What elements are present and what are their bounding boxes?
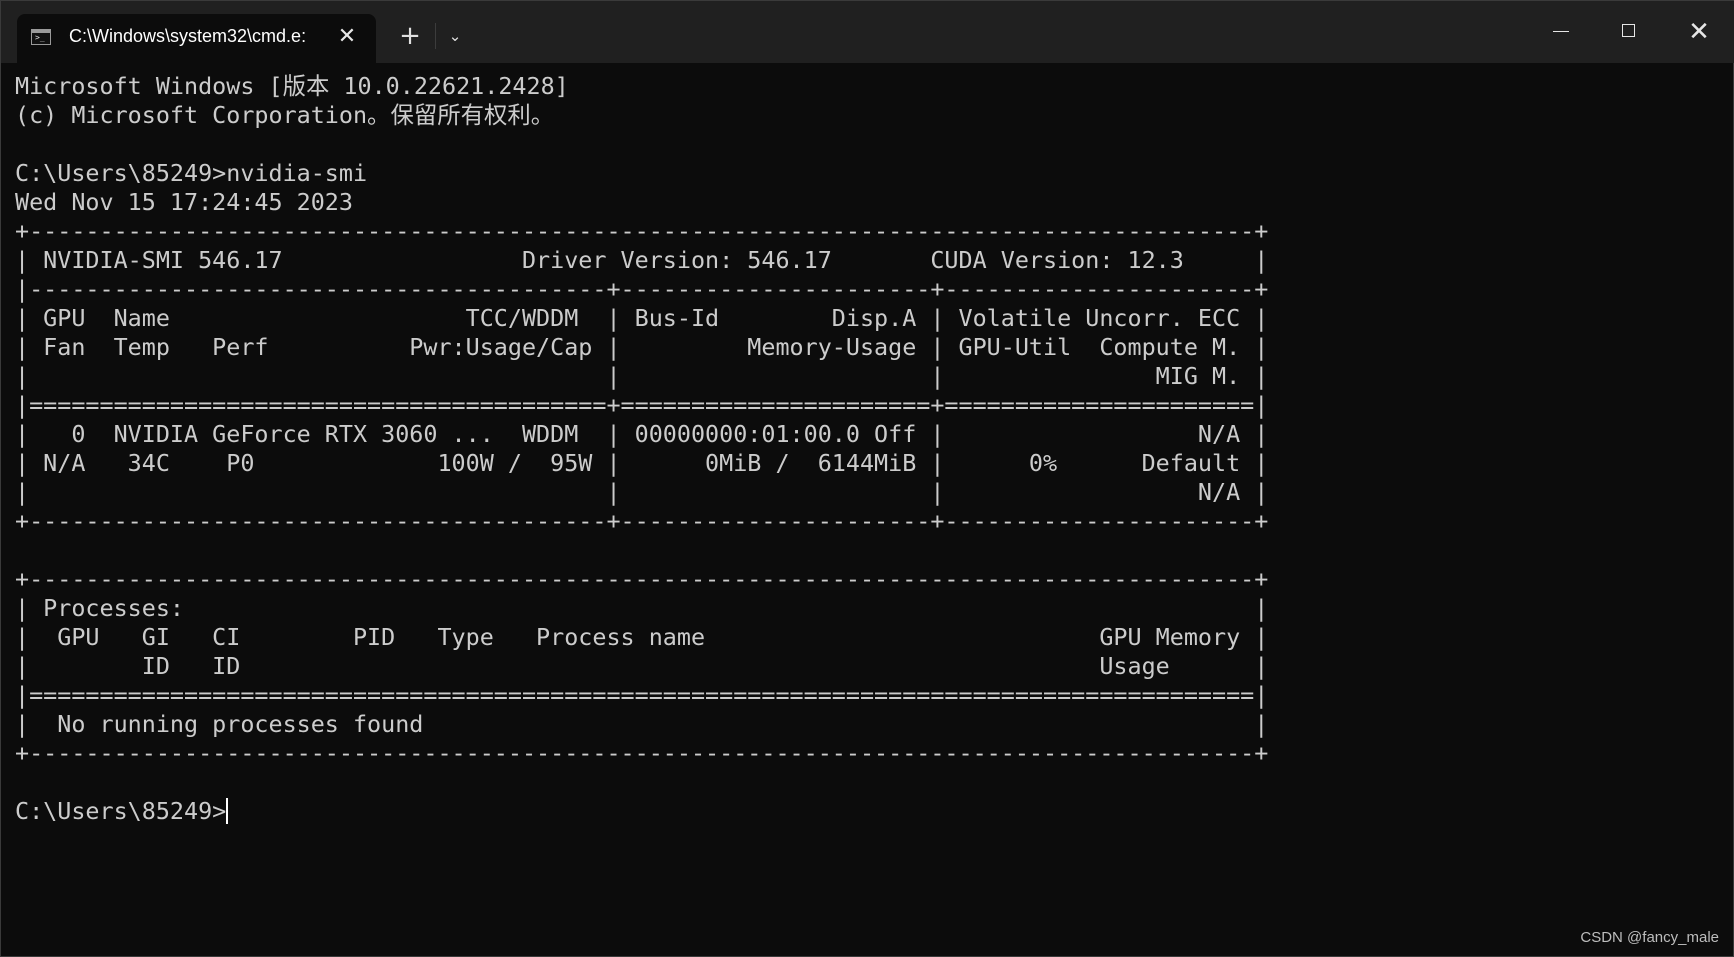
terminal-line: |=======================================… bbox=[15, 681, 1269, 709]
new-tab-icon[interactable]: + bbox=[395, 21, 425, 51]
terminal-line: Microsoft Windows [版本 10.0.22621.2428] bbox=[15, 72, 569, 100]
terminal-line: +---------------------------------------… bbox=[15, 507, 1269, 535]
text-cursor bbox=[226, 798, 229, 824]
terminal-line: |---------------------------------------… bbox=[15, 275, 1269, 303]
close-window-button[interactable]: ✕ bbox=[1671, 9, 1727, 55]
minimize-icon bbox=[1553, 31, 1569, 32]
terminal-line: Wed Nov 15 17:24:45 2023 bbox=[15, 188, 353, 216]
maximize-icon bbox=[1622, 24, 1635, 37]
title-bar: >_ C:\Windows\system32\cmd.e: ✕ + ⌄ ✕ bbox=[1, 1, 1734, 63]
terminal-line: | Processes: | bbox=[15, 594, 1269, 622]
terminal-output[interactable]: Microsoft Windows [版本 10.0.22621.2428] (c… bbox=[15, 72, 1715, 942]
terminal-line: | No running processes found | bbox=[15, 710, 1269, 738]
terminal-line: | N/A 34C P0 100W / 95W | 0MiB / 6144MiB… bbox=[15, 449, 1269, 477]
terminal-line: C:\Users\85249>nvidia-smi bbox=[15, 159, 368, 187]
terminal-tab[interactable]: >_ C:\Windows\system32\cmd.e: ✕ bbox=[17, 14, 376, 63]
maximize-button[interactable] bbox=[1601, 9, 1657, 55]
terminal-line: |=======================================… bbox=[15, 391, 1269, 419]
terminal-line: +---------------------------------------… bbox=[15, 565, 1269, 593]
tab-separator bbox=[435, 23, 436, 49]
terminal-line: | GPU Name TCC/WDDM | Bus-Id Disp.A | Vo… bbox=[15, 304, 1269, 332]
terminal-line: | 0 NVIDIA GeForce RTX 3060 ... WDDM | 0… bbox=[15, 420, 1269, 448]
cmd-icon: >_ bbox=[31, 29, 51, 45]
terminal-line: | | | MIG M. | bbox=[15, 362, 1269, 390]
terminal-line: (c) Microsoft Corporation。保留所有权利。 bbox=[15, 101, 555, 129]
terminal-line: | GPU GI CI PID Type Process name GPU Me… bbox=[15, 623, 1269, 651]
terminal-line: | NVIDIA-SMI 546.17 Driver Version: 546.… bbox=[15, 246, 1269, 274]
chevron-down-icon[interactable]: ⌄ bbox=[442, 23, 468, 49]
terminal-line: | | | N/A | bbox=[15, 478, 1269, 506]
tab-close-icon[interactable]: ✕ bbox=[333, 23, 361, 51]
terminal-line: C:\Users\85249> bbox=[15, 797, 229, 825]
terminal-window: >_ C:\Windows\system32\cmd.e: ✕ + ⌄ ✕ Mi… bbox=[0, 0, 1734, 957]
terminal-line: | Fan Temp Perf Pwr:Usage/Cap | Memory-U… bbox=[15, 333, 1269, 361]
terminal-line: +---------------------------------------… bbox=[15, 217, 1269, 245]
terminal-line: +---------------------------------------… bbox=[15, 739, 1269, 767]
minimize-button[interactable] bbox=[1533, 9, 1589, 55]
tab-title: C:\Windows\system32\cmd.e: bbox=[69, 26, 307, 46]
watermark: CSDN @fancy_male bbox=[1580, 929, 1719, 946]
terminal-line: | ID ID Usage | bbox=[15, 652, 1269, 680]
